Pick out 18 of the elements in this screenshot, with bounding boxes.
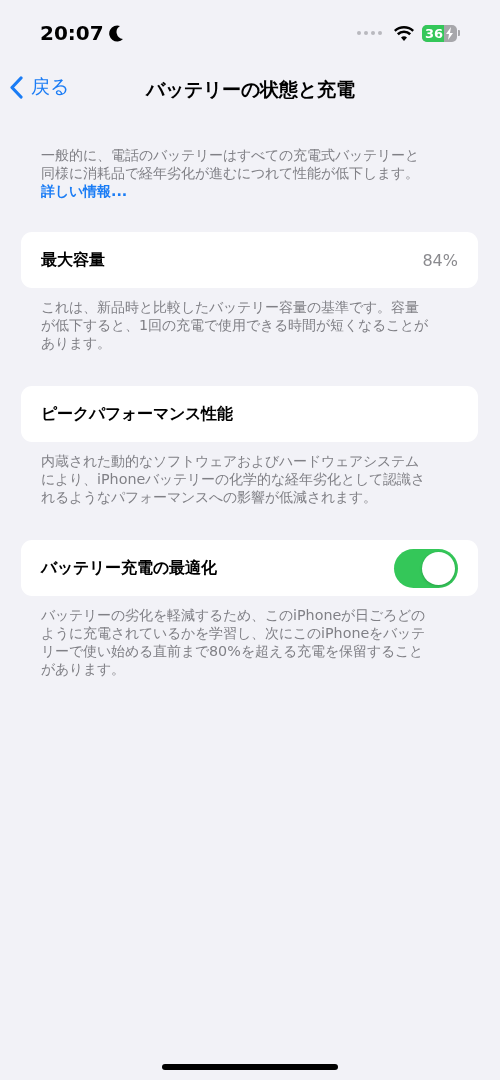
setting-label: ピークパフォーマンス性能 [41, 403, 234, 425]
battery-icon: 36 [421, 24, 460, 42]
toggle-switch[interactable] [394, 548, 458, 588]
setting-footer: これは、新品時と比較したバッテリー容量の基準です。容量が低下すると、1回の充電で使用できる時間が短くなることがあります。 [41, 298, 431, 352]
setting-label: バッテリー充電の最適化 [41, 557, 218, 579]
signal-icon [356, 31, 382, 35]
setting-label: 最大容量 [41, 249, 106, 271]
learn-more-link[interactable]: 詳しい情報... [41, 182, 128, 200]
status-time: 20:07 [40, 21, 104, 45]
setting-footer: バッテリーの劣化を軽減するため、このiPhoneが日ごろどのように充電されているかを学習し、次にこのiPhoneをバッテリーで使い始める直前まで80%を超える充電を保留することがあります。 [41, 606, 431, 678]
moon-icon [107, 24, 124, 42]
chevron-left-icon [10, 75, 23, 99]
intro-text: 一般的に、電話のバッテリーはすべての充電式バッテリーと同様に消耗品で経年劣化が進むにつれて性能が低下します。 [41, 146, 420, 182]
setting-footer: 内蔵された動的なソフトウェアおよびハードウェアシステムにより、iPhoneバッテリーの化学的な経年劣化として認識されるようなパフォーマンスへの影響が低減されます。 [41, 452, 431, 506]
wifi-icon [393, 25, 414, 41]
setting-value: 84% [422, 250, 458, 270]
back-button[interactable]: 戻る [10, 74, 69, 100]
page-title: バッテリーの状態と充電 [145, 77, 355, 102]
